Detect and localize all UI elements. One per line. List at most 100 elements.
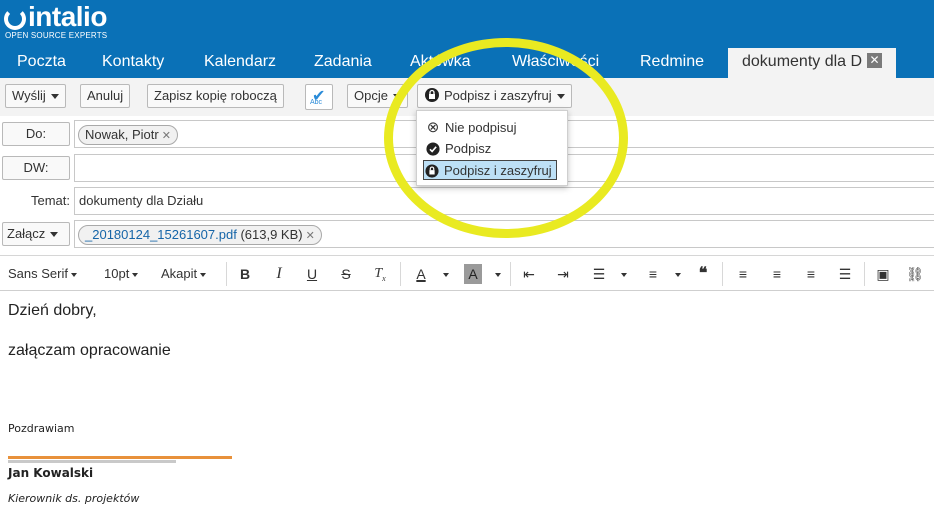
numbered-list-icon[interactable]: ≡ [644,264,662,284]
underline-icon[interactable]: U [303,264,321,284]
bullet-list-icon[interactable]: ☰ [590,264,608,284]
divider [510,262,511,286]
badge-lock-icon [424,161,440,181]
chevron-down-icon[interactable] [618,264,627,284]
font-family-value: Sans Serif [8,266,68,281]
dropdown-item-no-sign[interactable]: ⊗ Nie podpisuj [425,118,517,138]
chevron-down-icon[interactable] [392,94,401,100]
options-label: Opcje [354,88,388,103]
subject-label: Temat: [30,193,70,208]
send-button[interactable]: Wyślij [5,84,66,108]
align-left-icon[interactable]: ≡ [734,264,752,284]
spellcheck-button[interactable]: ✔ Abc [305,84,333,110]
chevron-down-icon[interactable] [440,264,449,284]
tab-compose-active[interactable]: dokumenty dla D ✕ [728,48,897,78]
chevron-down-icon [132,272,139,277]
tab-poczta[interactable]: Poczta [17,48,66,78]
dropdown-item-sign-encrypt[interactable]: Podpisz i zaszyfruj [423,160,557,180]
italic-icon[interactable]: I [270,264,288,284]
signature-line [8,456,232,459]
chevron-down-icon[interactable] [50,94,59,100]
no-sign-icon: ⊗ [426,119,440,136]
divider [722,262,723,286]
tab-wlasciwosci[interactable]: Właściwości [512,48,599,78]
link-icon[interactable]: ⛓ [906,264,924,284]
attach-label: Załącz [7,226,46,241]
tab-kontakty[interactable]: Kontakty [102,48,164,78]
font-size-value: 10pt [104,266,130,281]
remove-recipient-icon[interactable]: ✕ [162,130,171,142]
subject-row: Temat: dokumenty dla Działu [0,187,934,219]
cancel-button[interactable]: Anuluj [80,84,131,108]
logo-text: intalio [28,1,107,32]
strikethrough-icon[interactable]: S [337,264,355,284]
dropdown-item-label: Nie podpisuj [445,120,517,135]
font-size-select[interactable]: 10pt [104,264,139,284]
bold-icon[interactable]: B [236,264,254,284]
format-toolbar: Sans Serif 10pt Akapit B I U S Tx A A ⇤ … [0,255,934,291]
cc-button[interactable]: DW: [2,156,70,180]
background-color-icon[interactable]: A [464,264,482,284]
body-closing: Pozdrawiam [8,422,75,435]
indent-icon[interactable]: ⇥ [554,264,572,284]
options-button[interactable]: Opcje [347,84,408,108]
remove-attachment-icon[interactable]: ✕ [306,230,315,242]
dropdown-item-label: Podpisz i zaszyfruj [444,163,552,178]
sign-options-dropdown: ⊗ Nie podpisuj Podpisz Podpisz i zaszyfru… [416,110,568,186]
logo-tagline: OPEN SOURCE EXPERTS [5,31,108,40]
save-draft-button[interactable]: Zapisz kopię roboczą [147,84,284,108]
tab-aktowka[interactable]: Aktówka [410,48,470,78]
tab-close-icon[interactable]: ✕ [867,52,883,68]
divider [864,262,865,286]
intalio-logo: intalio OPEN SOURCE EXPERTS [4,2,107,40]
align-right-icon[interactable]: ≡ [802,264,820,284]
signature-title: Kierownik ds. projektów [8,492,140,505]
tab-zadania[interactable]: Zadania [314,48,372,78]
subject-value: dokumenty dla Działu [79,193,204,208]
attach-button[interactable]: Załącz [2,222,70,246]
subject-input[interactable]: dokumenty dla Działu [74,187,934,215]
chevron-down-icon [70,272,77,277]
tab-kalendarz[interactable]: Kalendarz [204,48,276,78]
attachment-chip[interactable]: _20180124_15261607.pdf (613,9 KB) ✕ [78,225,322,245]
sign-encrypt-label: Podpisz i zaszyfruj [444,88,552,103]
paragraph-value: Akapit [161,266,198,281]
attach-row: Załącz _20180124_15261607.pdf (613,9 KB)… [0,220,934,252]
justify-icon[interactable]: ☰ [836,264,854,284]
sign-encrypt-button[interactable]: Podpisz i zaszyfruj [417,84,572,108]
dropdown-item-label: Podpisz [445,141,492,156]
body-line: załączam opracowanie [8,342,171,359]
tab-compose-label: dokumenty dla D [742,53,863,70]
send-label: Wyślij [12,88,46,103]
attachment-name[interactable]: _20180124_15261607.pdf [85,227,237,242]
attachment-size: (613,9 KB) [240,227,303,242]
body-greeting: Dzień dobry, [8,302,97,319]
chevron-down-icon[interactable] [50,232,59,238]
chevron-down-icon[interactable] [556,94,565,100]
main-nav: Poczta Kontakty Kalendarz Zadania Aktówk… [0,48,934,78]
divider [400,262,401,286]
badge-check-icon [425,139,441,159]
message-editor[interactable]: Dzień dobry, załączam opracowanie Pozdra… [0,292,934,516]
chevron-down-icon [200,272,207,277]
recipient-chip[interactable]: Nowak, Piotr ✕ [78,125,178,145]
clear-format-icon[interactable]: Tx [371,264,389,284]
blockquote-icon[interactable]: ❝ [694,264,712,284]
chevron-down-icon[interactable] [492,264,501,284]
outdent-icon[interactable]: ⇤ [520,264,538,284]
align-center-icon[interactable]: ≡ [768,264,786,284]
save-draft-label: Zapisz kopię roboczą [154,88,277,103]
app-header: intalio OPEN SOURCE EXPERTS Poczta Konta… [0,0,934,78]
font-family-select[interactable]: Sans Serif [8,264,77,284]
spellcheck-abc-text: Abc [310,99,323,106]
text-color-icon[interactable]: A [412,264,430,284]
tab-redmine[interactable]: Redmine [640,48,704,78]
chevron-down-icon[interactable] [672,264,681,284]
paragraph-select[interactable]: Akapit [161,264,207,284]
signature-line-secondary [8,460,176,463]
image-icon[interactable]: ▣ [874,264,892,284]
dropdown-item-sign[interactable]: Podpisz [425,139,491,159]
recipient-name: Nowak, Piotr [85,127,159,142]
divider [226,262,227,286]
to-button[interactable]: Do: [2,122,70,146]
